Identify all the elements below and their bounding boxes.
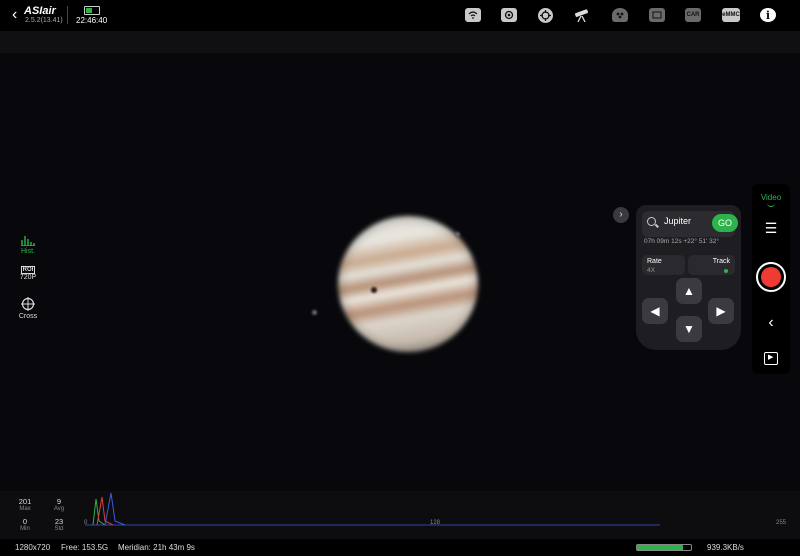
- moon-shadow: [371, 287, 377, 293]
- histogram-tool[interactable]: Hist.: [14, 234, 42, 255]
- histogram-tool-label: Hist.: [21, 248, 35, 255]
- target-search[interactable]: Jupiter GO: [642, 211, 738, 237]
- rate-selector[interactable]: Rate 4X: [642, 255, 685, 275]
- axis-label-mid: 128: [430, 520, 441, 526]
- crosshair-icon: [21, 297, 35, 311]
- track-status-dot: [724, 269, 728, 273]
- emmc-storage-icon[interactable]: eMMC: [722, 8, 740, 22]
- stat-min: 0 Min: [20, 517, 30, 532]
- move-east-button[interactable]: ▶: [708, 298, 734, 324]
- resolution: 1280x720: [15, 543, 51, 552]
- rate-value: 4X: [647, 267, 655, 274]
- back-icon[interactable]: ‹: [12, 6, 17, 24]
- clock: 22:46:40: [76, 16, 108, 25]
- search-icon: [647, 217, 656, 226]
- move-north-button[interactable]: ▲: [676, 278, 702, 304]
- stat-avg: 9 Avg: [53, 497, 65, 512]
- car-icon[interactable]: CAR: [685, 8, 701, 22]
- status-bar: 1280x720 Free: 153.5G Meridian: 21h 43m …: [0, 539, 800, 556]
- roi-tool-label: 720P: [19, 274, 37, 281]
- app-logo: ASIair: [24, 5, 56, 17]
- collapse-sidebar-icon[interactable]: ‹: [752, 314, 790, 332]
- filter-wheel-icon[interactable]: [612, 8, 628, 22]
- mode-selector[interactable]: Video: [752, 193, 790, 202]
- stat-max: 201 Max: [18, 497, 32, 512]
- storage-progress-bar: [636, 544, 692, 551]
- histogram-panel: 201 Max 9 Avg 0 Min 23 Std 0 128 255: [0, 491, 800, 539]
- info-icon[interactable]: i: [760, 8, 776, 22]
- moon: [455, 232, 460, 237]
- target-input[interactable]: Jupiter: [664, 216, 691, 226]
- write-rate: 939.3KB/s: [707, 543, 744, 552]
- go-button[interactable]: GO: [712, 214, 738, 232]
- battery-icon: [84, 6, 100, 15]
- mode-chevron-icon: [767, 203, 775, 207]
- axis-label-min: 0: [84, 520, 88, 526]
- playback-icon[interactable]: ▶: [764, 352, 778, 365]
- track-toggle[interactable]: Track: [688, 255, 735, 275]
- focuser-icon[interactable]: [538, 8, 553, 23]
- axis-label-max: 255: [776, 520, 787, 526]
- roi-tool[interactable]: ROI 720P: [14, 266, 42, 281]
- app-version: 2.5.2(13.41): [25, 17, 63, 24]
- free-space: Free: 153.5G: [61, 543, 109, 552]
- camera-icon[interactable]: [501, 8, 517, 22]
- target-coordinates: 07h 09m 12s +22° 51' 32°: [644, 238, 719, 245]
- menu-icon[interactable]: ☰: [752, 220, 790, 237]
- record-button[interactable]: [756, 262, 786, 292]
- rate-label: Rate: [647, 258, 662, 265]
- roi-icon: ROI: [20, 266, 36, 274]
- collapse-panel-button[interactable]: ›: [613, 207, 629, 223]
- histogram-icon: [21, 236, 35, 247]
- guide-camera-icon[interactable]: [649, 8, 665, 22]
- track-label: Track: [712, 258, 730, 265]
- wifi-icon[interactable]: [465, 8, 481, 22]
- crosshair-tool[interactable]: Cross: [14, 297, 42, 320]
- divider: [67, 6, 68, 24]
- histogram-graph: [85, 492, 660, 526]
- capture-sidebar: Video ☰ ‹ ▶: [752, 184, 790, 374]
- moon: [312, 310, 317, 315]
- meridian-time: Meridian: 21h 43m 9s: [118, 543, 195, 552]
- move-south-button[interactable]: ▼: [676, 316, 702, 342]
- stat-std: 23 Std: [54, 517, 64, 532]
- toolbar-strip: [0, 31, 800, 53]
- telescope-icon[interactable]: [573, 8, 591, 22]
- crosshair-tool-label: Cross: [18, 313, 38, 320]
- top-bar: ‹ ASIair 2.5.2(13.41) 22:46:40 CAR eMMC …: [0, 0, 800, 31]
- move-west-button[interactable]: ◀: [642, 298, 668, 324]
- mount-control-panel: Jupiter GO 07h 09m 12s +22° 51' 32° Rate…: [636, 205, 741, 350]
